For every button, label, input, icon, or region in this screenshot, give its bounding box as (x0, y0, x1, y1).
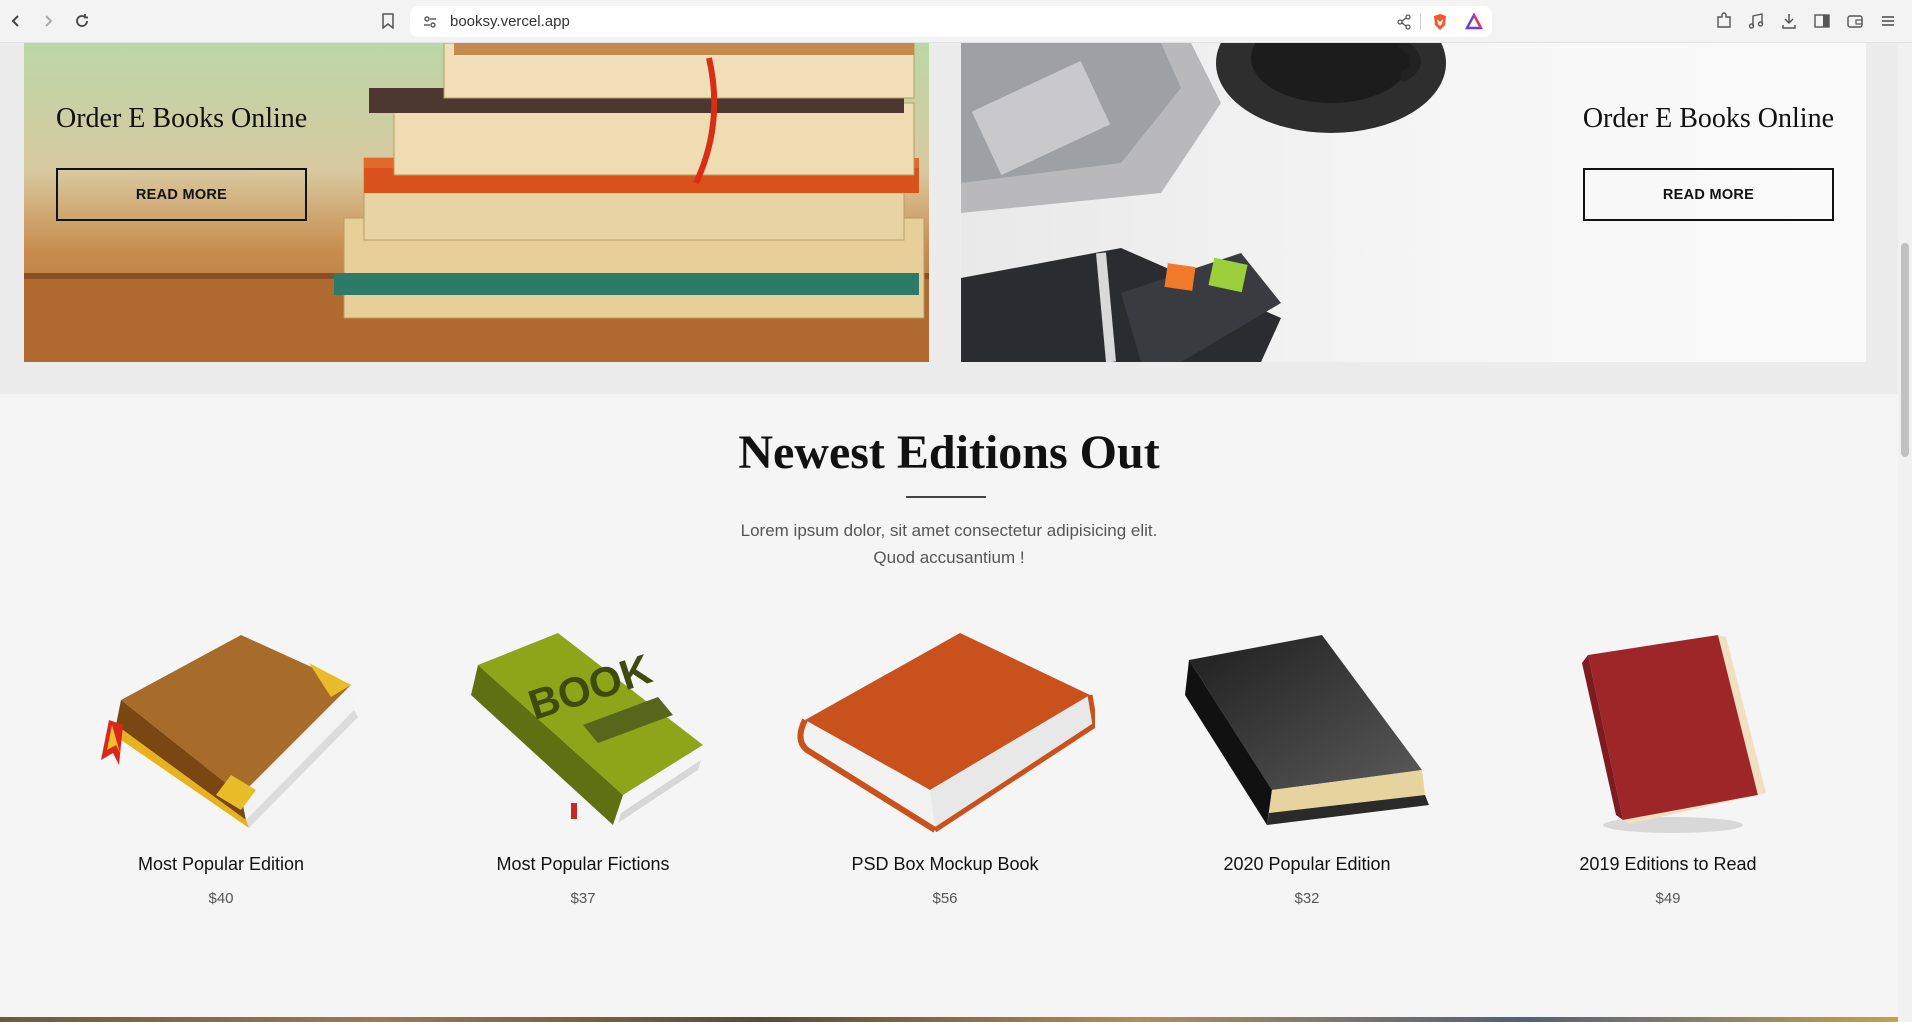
banner-title: Order E Books Online (56, 103, 308, 134)
download-icon[interactable] (1779, 11, 1799, 31)
brave-rewards-icon[interactable] (1464, 12, 1484, 32)
media-icon[interactable] (1746, 11, 1766, 31)
product-card[interactable]: 2019 Editions to Read $49 (1518, 625, 1818, 907)
section-subtitle-line: Lorem ipsum dolor, sit amet consectetur … (740, 521, 1158, 540)
next-section-edge (0, 1017, 1898, 1022)
section-title: Newest Editions Out (738, 426, 1160, 479)
back-icon[interactable] (6, 11, 26, 31)
read-more-button[interactable]: READ MORE (56, 168, 307, 221)
brown-book-icon (71, 625, 371, 840)
section-subtitle: Lorem ipsum dolor, sit amet consectetur … (0, 517, 1898, 571)
url-text[interactable]: booksy.vercel.app (450, 13, 570, 30)
product-card[interactable]: Most Popular Edition $40 (71, 625, 371, 907)
product-card[interactable]: BOOK Most Popular Fictions $37 (433, 625, 733, 907)
share-icon[interactable] (1394, 12, 1414, 32)
product-name[interactable]: PSD Box Mockup Book (795, 854, 1095, 875)
product-name[interactable]: Most Popular Fictions (433, 854, 733, 875)
green-book-icon: BOOK (433, 625, 733, 840)
site-settings-icon[interactable] (420, 12, 440, 32)
product-price: $37 (570, 890, 596, 907)
page-scrollbar[interactable] (1898, 43, 1912, 1022)
product-name[interactable]: 2020 Popular Edition (1157, 854, 1457, 875)
orange-book-icon (795, 625, 1095, 840)
banner-desk: Order E Books Online READ MORE (961, 43, 1866, 362)
banner-title: Order E Books Online (1582, 103, 1834, 134)
title-divider (906, 496, 986, 498)
product-price: $40 (208, 890, 234, 907)
extensions-icon[interactable] (1714, 11, 1734, 31)
forward-icon[interactable] (38, 11, 58, 31)
read-more-button[interactable]: READ MORE (1583, 168, 1834, 221)
product-price: $49 (1655, 890, 1681, 907)
section-subtitle-line: Quod accusantium ! (873, 548, 1025, 567)
banner-books: Order E Books Online READ MORE (24, 43, 929, 362)
address-bar[interactable]: booksy.vercel.app (410, 6, 1492, 37)
scroll-thumb[interactable] (1901, 243, 1909, 457)
product-card[interactable]: PSD Box Mockup Book $56 (795, 625, 1095, 907)
product-price: $32 (1294, 890, 1320, 907)
product-name[interactable]: Most Popular Edition (71, 854, 371, 875)
product-price: $56 (932, 890, 958, 907)
red-book-icon (1518, 625, 1818, 840)
menu-icon[interactable] (1878, 11, 1898, 31)
black-book-icon (1157, 625, 1457, 840)
url-divider (1420, 13, 1421, 30)
product-card[interactable]: 2020 Popular Edition $32 (1157, 625, 1457, 907)
bookmark-icon[interactable] (378, 11, 398, 31)
browser-toolbar: booksy.vercel.app (0, 0, 1912, 43)
reload-icon[interactable] (72, 11, 92, 31)
wallet-icon[interactable] (1845, 11, 1865, 31)
product-name[interactable]: 2019 Editions to Read (1518, 854, 1818, 875)
sidebar-icon[interactable] (1812, 11, 1832, 31)
brave-shield-icon[interactable] (1430, 12, 1450, 32)
